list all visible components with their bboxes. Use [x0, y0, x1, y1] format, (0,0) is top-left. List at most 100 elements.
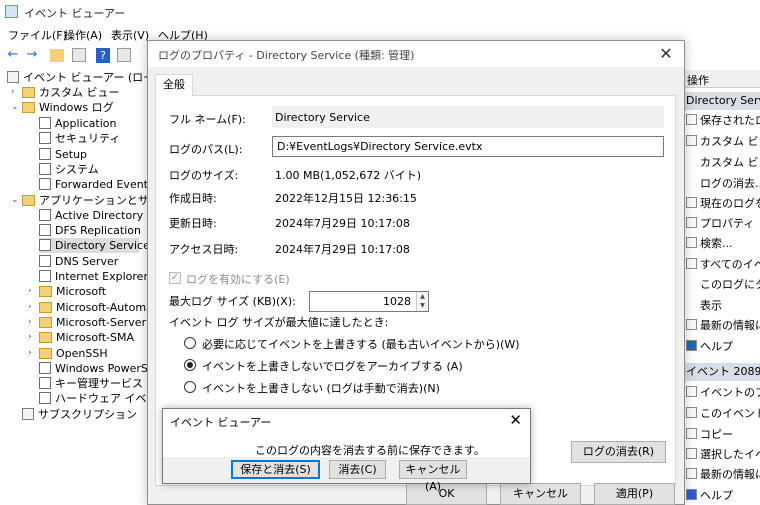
apply-button[interactable]: 適用(P)	[594, 483, 675, 505]
overwrite-radio[interactable]	[184, 337, 196, 349]
chevron-right-icon[interactable]: ›	[28, 284, 32, 299]
action-open-saved-log[interactable]: 保存されたログ	[684, 113, 760, 129]
save-icon	[686, 258, 697, 269]
folder-up-icon[interactable]	[50, 49, 64, 62]
tree-windows-logs-label: Windows ログ	[39, 101, 114, 114]
action-label: コピー	[700, 428, 733, 441]
tree-item-internet-explorer[interactable]: Internet Explorer	[39, 269, 148, 284]
chevron-right-icon[interactable]: ›	[11, 85, 15, 100]
back-icon[interactable]: ←	[5, 47, 21, 63]
tree-root[interactable]: イベント ビューアー (ローカル)	[7, 70, 148, 85]
clear-button[interactable]: 消去(C)	[329, 460, 386, 479]
help-icon[interactable]: ?	[96, 48, 110, 63]
tab-general[interactable]: 全般	[155, 74, 193, 96]
tree-custom-views[interactable]: › カスタム ビュー	[11, 85, 120, 100]
chevron-right-icon[interactable]: ›	[28, 300, 32, 315]
tree-item-application[interactable]: Application	[39, 116, 116, 131]
tree-item-label: Forwarded Events	[55, 178, 148, 191]
log-path-field[interactable]: D:¥EventLogs¥Directory Service.evtx	[272, 136, 664, 157]
tree-item-dfs-replication[interactable]: DFS Replication	[39, 223, 141, 238]
action-properties[interactable]: プロパティ	[684, 216, 760, 232]
refresh-icon	[686, 468, 697, 479]
tree-windows-logs[interactable]: ⌄ Windows ログ	[11, 100, 114, 115]
action-import-custom-view[interactable]: カスタム ビューの	[684, 155, 760, 171]
save-and-clear-button[interactable]: 保存と消去(S)	[231, 460, 320, 479]
msgbox-title: イベント ビューアー	[170, 416, 272, 429]
tree-item-hardware-events[interactable]: ハードウェア イベント	[39, 391, 148, 406]
folder-icon	[39, 286, 52, 297]
tree-apps-services[interactable]: ⌄ アプリケーションとサービス ログ	[11, 193, 148, 208]
tree-item-openssh[interactable]: › OpenSSH	[28, 346, 108, 361]
tree-item-setup[interactable]: Setup	[39, 147, 87, 162]
tree-item-security[interactable]: セキュリティ	[39, 131, 120, 146]
action-help-event[interactable]: ヘルプ	[684, 488, 760, 504]
action-event-properties[interactable]: イベントのプロパ	[684, 385, 760, 401]
modified-label: 更新日時:	[169, 217, 217, 230]
action-save-selected[interactable]: 選択したイベン	[684, 447, 760, 463]
tree-item-label: Internet Explorer	[55, 270, 148, 283]
archive-radio[interactable]	[184, 359, 196, 371]
tree-item-microsoft[interactable]: › Microsoft	[28, 284, 107, 299]
action-find[interactable]: 検索...	[684, 236, 760, 252]
tree-item-label: Application	[55, 117, 117, 130]
chevron-down-icon[interactable]: ⌄	[11, 100, 19, 115]
action-view[interactable]: 表示	[684, 298, 760, 314]
action-copy[interactable]: コピー	[684, 427, 760, 443]
clear-log-button[interactable]: ログの消去(R)	[571, 441, 666, 463]
tree-item-label: Microsoft	[56, 285, 107, 298]
tree-item-dns-server[interactable]: DNS Server	[39, 254, 118, 269]
tree-item-adws[interactable]: Active Directory Web	[39, 208, 148, 223]
tree-item-microsoft-sma[interactable]: › Microsoft-SMA	[28, 330, 134, 345]
tree-item-forwarded-events[interactable]: Forwarded Events	[39, 177, 148, 192]
tree-item-system[interactable]: システム	[39, 162, 99, 177]
actions-section-event[interactable]: イベント 2089, Activ	[684, 363, 760, 381]
enable-log-checkbox[interactable]: ✓	[169, 272, 181, 284]
tree-item-label: Directory Service	[55, 239, 148, 252]
main-title-bar: イベント ビューアー	[0, 0, 760, 24]
tree-item-label: Active Directory Web	[55, 209, 148, 222]
tree-item-microsoft-servermanager[interactable]: › Microsoft-ServerMan	[28, 315, 148, 330]
tree-item-label: Microsoft-Automatio	[56, 301, 148, 314]
action-pane-icon[interactable]	[117, 48, 131, 62]
cancel-button[interactable]: キャンセル	[500, 483, 581, 505]
tree-item-directory-service[interactable]: Directory Service	[39, 238, 148, 253]
ok-button[interactable]: OK	[406, 483, 487, 505]
tree-item-label: DFS Replication	[55, 224, 141, 237]
menu-view[interactable]: 表示(V)	[111, 27, 149, 43]
action-refresh[interactable]: 最新の情報に更	[684, 318, 760, 334]
forward-icon[interactable]: →	[24, 47, 40, 63]
action-save-all-events[interactable]: すべてのイベン	[684, 257, 760, 273]
actions-section-directory-service[interactable]: Directory Service	[684, 92, 760, 110]
chevron-right-icon[interactable]: ›	[28, 330, 32, 345]
folder-icon	[22, 87, 35, 98]
log-icon	[39, 362, 51, 374]
tree-item-microsoft-automation[interactable]: › Microsoft-Automatio	[28, 300, 148, 315]
folder-icon	[686, 114, 697, 125]
show-pane-icon[interactable]	[72, 48, 86, 62]
action-attach-task-event[interactable]: このイベントにタ	[684, 406, 760, 422]
accessed-label: アクセス日時:	[169, 243, 239, 256]
spin-buttons[interactable]: ▲ ▼	[416, 292, 428, 311]
menu-action[interactable]: 操作(A)	[64, 27, 102, 43]
action-clear-log[interactable]: ログの消去...	[684, 176, 760, 192]
close-icon[interactable]: ✕	[656, 44, 676, 63]
chevron-right-icon[interactable]: ›	[28, 315, 32, 330]
properties-icon	[686, 217, 697, 228]
action-filter-current-log[interactable]: 現在のログをフ	[684, 196, 760, 212]
tree-item-key-management[interactable]: キー管理サービス	[39, 376, 143, 391]
action-attach-task[interactable]: このログにタスク	[684, 277, 760, 293]
msgbox-cancel-button[interactable]: キャンセル(A)	[399, 460, 467, 493]
tree-item-windows-powershell[interactable]: Windows PowerShell	[39, 361, 148, 376]
chevron-down-icon[interactable]: ⌄	[11, 193, 19, 208]
action-help[interactable]: ヘルプ	[684, 339, 760, 355]
no-overwrite-radio[interactable]	[184, 381, 196, 393]
action-create-custom-view[interactable]: カスタム ビューの	[684, 134, 760, 150]
folder-icon	[39, 317, 52, 328]
action-label: ログの消去...	[700, 177, 760, 190]
chevron-right-icon[interactable]: ›	[28, 346, 32, 361]
max-size-input[interactable]: 1028 ▲ ▼	[309, 291, 429, 312]
close-icon[interactable]: ✕	[509, 411, 522, 429]
tree-subscriptions[interactable]: サブスクリプション	[22, 407, 137, 422]
menu-file[interactable]: ファイル(F)	[8, 27, 67, 43]
action-refresh-event[interactable]: 最新の情報に更	[684, 467, 760, 483]
